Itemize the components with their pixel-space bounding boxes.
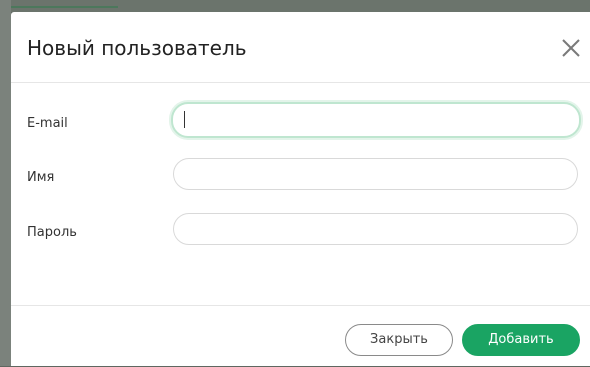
form-row-password: Пароль xyxy=(11,213,590,253)
close-icon[interactable] xyxy=(559,36,583,60)
dialog-title: Новый пользователь xyxy=(27,36,247,60)
name-field[interactable] xyxy=(173,158,578,190)
close-button[interactable]: Закрыть xyxy=(345,324,453,356)
email-field[interactable] xyxy=(171,102,581,138)
text-caret xyxy=(184,111,185,128)
dialog-footer: Закрыть Добавить xyxy=(11,305,590,367)
dialog-header: Новый пользователь xyxy=(11,12,590,83)
add-button[interactable]: Добавить xyxy=(462,324,580,356)
name-label: Имя xyxy=(27,170,55,185)
page-backdrop-left xyxy=(0,0,11,366)
backdrop-underline xyxy=(8,0,118,8)
new-user-dialog: Новый пользователь E-mail Имя Пароль Зак… xyxy=(11,12,590,366)
form-row-name: Имя xyxy=(11,158,590,198)
email-label: E-mail xyxy=(27,116,68,131)
form-row-email: E-mail xyxy=(11,102,590,144)
password-label: Пароль xyxy=(27,225,77,240)
password-field[interactable] xyxy=(173,213,578,245)
page-backdrop-top xyxy=(0,0,590,12)
